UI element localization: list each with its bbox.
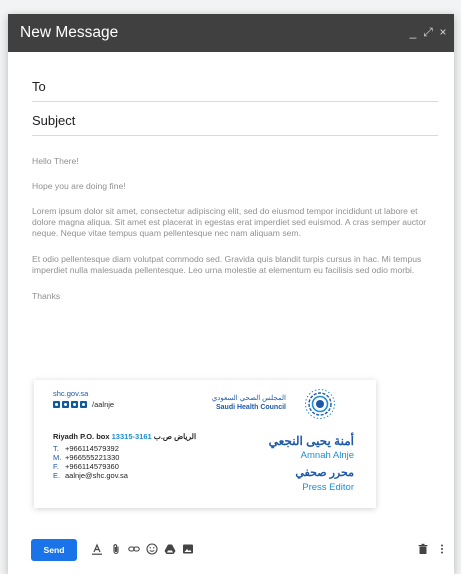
subject-input[interactable] (92, 110, 432, 130)
send-button[interactable]: Send (31, 539, 77, 561)
signature-email: E. aalnje@shc.gov.sa (53, 471, 128, 480)
signature-handle: /aalnje (92, 400, 115, 409)
signature-name-arabic: أمنة يحيى النجعي (268, 434, 354, 448)
more-icon[interactable] (436, 542, 448, 556)
signature-mobile: M. +966555221330 (53, 453, 120, 462)
message-body[interactable]: Hello There! Hope you are doing fine! Lo… (32, 156, 432, 316)
signature-tel: T. +966114579392 (53, 444, 119, 453)
body-greeting: Hello There! (32, 156, 79, 166)
twitter-icon (53, 401, 60, 408)
signature-organization: المجلس الصحي السعودي Saudi Health Counci… (212, 394, 286, 412)
to-field[interactable]: To (32, 72, 438, 102)
body-paragraph-1: Lorem ipsum dolor sit amet, consectetur … (32, 206, 427, 238)
signature-fax: F. +966114579360 (53, 462, 119, 471)
signature-website: shc.gov.sa (53, 389, 89, 398)
subject-field[interactable]: Subject (32, 106, 438, 136)
signature-name-english: Amnah Alnje (300, 450, 354, 461)
instagram-icon (71, 401, 78, 408)
signature-social: /aalnje (53, 400, 114, 409)
org-name-arabic: المجلس الصحي السعودي (211, 395, 286, 402)
close-icon[interactable]: × (438, 25, 448, 40)
window-controls: _ ⤢ × (408, 25, 448, 40)
trash-icon[interactable] (417, 542, 429, 556)
org-name-english: Saudi Health Council (215, 404, 286, 411)
body-closing: Thanks (32, 291, 61, 301)
emoji-icon[interactable] (146, 542, 158, 556)
body-paragraph-2: Et odio pellentesque diam volutpat commo… (32, 254, 422, 275)
compose-toolbar: Send (8, 536, 454, 566)
signature-title-english: Press Editor (302, 482, 354, 493)
expand-icon[interactable]: ⤢ (423, 25, 433, 40)
shc-logo-icon (305, 389, 335, 419)
compose-title: New Message (20, 24, 119, 41)
minimize-icon[interactable]: _ (408, 25, 418, 40)
compose-window: New Message _ ⤢ × To Subject Hello There… (8, 14, 454, 574)
drive-icon[interactable] (164, 542, 176, 556)
youtube-icon (62, 401, 69, 408)
signature-address: Riyadh P.O. box 13315-3161 الرياض ص.ب (53, 432, 197, 441)
link-icon[interactable] (128, 542, 140, 556)
email-signature: shc.gov.sa /aalnje المجلس الصحي السعودي … (34, 380, 376, 508)
to-input[interactable] (92, 76, 432, 96)
compose-header: New Message _ ⤢ × (8, 14, 454, 52)
linkedin-icon (80, 401, 87, 408)
photo-icon[interactable] (182, 542, 194, 556)
signature-title-arabic: محرر صحفي (295, 467, 354, 479)
format-text-icon[interactable] (91, 542, 103, 556)
attach-icon[interactable] (110, 542, 122, 556)
body-line: Hope you are doing fine! (32, 181, 126, 191)
subject-label: Subject (32, 113, 76, 128)
to-label: To (32, 79, 46, 94)
